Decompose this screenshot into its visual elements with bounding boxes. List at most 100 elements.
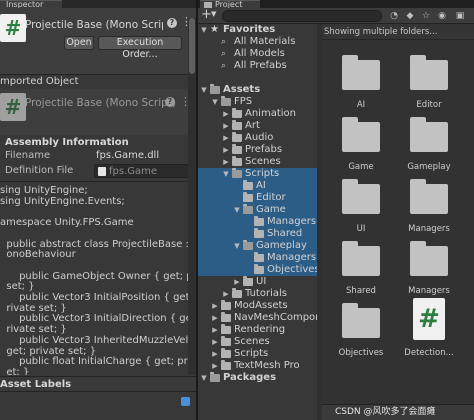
folder-icon xyxy=(342,303,380,338)
folder-icon xyxy=(210,372,220,382)
tree-item-all-prefabs[interactable]: ⌕ All Prefabs xyxy=(198,60,322,72)
asset-item-shared[interactable]: Shared xyxy=(326,241,396,316)
tree-item-scripts[interactable]: ▶ Scripts xyxy=(198,348,322,360)
chevron-right-icon[interactable]: ▶ xyxy=(211,336,219,348)
folder-icon xyxy=(232,144,242,154)
open-button[interactable]: Open xyxy=(64,36,94,50)
lock-icon[interactable]: ▣ xyxy=(454,10,466,22)
chevron-right-icon[interactable]: ▶ xyxy=(222,156,230,168)
tree-item-label: ModAssets xyxy=(234,300,288,311)
scrollbar-thumb[interactable] xyxy=(189,18,195,74)
search-icon: ⌕ xyxy=(221,61,227,71)
tree-item-scenes[interactable]: ▶ Scenes xyxy=(198,336,322,348)
tree-item-managers[interactable]: Managers xyxy=(198,252,322,264)
tree-item-audio[interactable]: ▶ Audio xyxy=(198,132,322,144)
tree-item-label: Scripts xyxy=(234,348,269,359)
tree-item-scenes[interactable]: ▶ Scenes xyxy=(198,156,322,168)
execution-order-button[interactable]: Execution Order... xyxy=(98,36,182,60)
imported-object-label: mported Object xyxy=(0,76,79,87)
tree-item-modassets[interactable]: ▶ ModAssets xyxy=(198,300,322,312)
chevron-right-icon[interactable]: ▶ xyxy=(222,288,230,300)
tree-item-label: Scenes xyxy=(234,336,270,347)
asset-item-detection-[interactable]: # Detection... xyxy=(394,298,464,378)
asset-label: Objectives xyxy=(338,348,384,358)
folder-icon xyxy=(243,192,253,202)
search-input[interactable] xyxy=(222,10,382,22)
chevron-down-icon[interactable]: ▼ xyxy=(200,84,208,96)
tree-item-label: Managers xyxy=(267,216,317,227)
tree-item-label: Gameplay xyxy=(256,240,307,251)
tree-item-all-models[interactable]: ⌕ All Models xyxy=(198,48,322,60)
asset-item-game[interactable]: Game xyxy=(326,117,396,192)
inspector-scrollbar[interactable] xyxy=(188,18,196,375)
tree-item-tutorials[interactable]: ▶ Tutorials xyxy=(198,288,322,300)
tree-item-label: Favorites xyxy=(223,24,276,35)
tree-item-fps[interactable]: ▼ FPS xyxy=(198,96,322,108)
tab-inspector[interactable]: Inspector xyxy=(0,0,62,8)
tree-item-label: Scripts xyxy=(245,168,280,179)
tree-item-prefabs[interactable]: ▶ Prefabs xyxy=(198,144,322,156)
asset-label: Editor xyxy=(416,100,442,110)
tree-item-textmesh-pro[interactable]: ▶ TextMesh Pro xyxy=(198,360,322,372)
tag-icon[interactable] xyxy=(181,397,190,406)
tree-item-label: Tutorials xyxy=(245,288,287,299)
tree-item-label: Art xyxy=(245,120,260,131)
code-line: amespace Unity.FPS.Game xyxy=(0,217,134,229)
hidden-packages-icon[interactable]: ◉ xyxy=(436,10,448,22)
help-icon[interactable]: ? xyxy=(167,18,177,28)
asset-item-objectives[interactable]: Objectives xyxy=(326,303,396,378)
chevron-right-icon[interactable]: ▶ xyxy=(211,300,219,312)
tree-item-ui[interactable]: ▶ UI xyxy=(198,276,322,288)
chevron-right-icon[interactable]: ▶ xyxy=(222,108,230,120)
chevron-down-icon[interactable]: ▼ xyxy=(211,10,216,18)
asset-item-managers[interactable]: Managers xyxy=(394,179,464,254)
tree-item-all-materials[interactable]: ⌕ All Materials xyxy=(198,36,322,48)
folder-tree: ▼ ★ Favorites ⌕ All Materials ⌕ All Models ⌕ All… xyxy=(198,24,322,420)
tree-item-assets[interactable]: ▼ Assets xyxy=(198,84,322,96)
search-by-label-icon[interactable]: ◆ xyxy=(404,10,416,22)
chevron-down-icon[interactable]: ▼ xyxy=(200,24,208,36)
chevron-right-icon[interactable]: ▶ xyxy=(211,324,219,336)
asset-item-gameplay[interactable]: Gameplay xyxy=(394,117,464,192)
tree-item-gameplay[interactable]: ▼ Gameplay xyxy=(198,240,322,252)
tree-item-packages[interactable]: ▼ Packages xyxy=(198,372,322,384)
chevron-right-icon[interactable]: ▶ xyxy=(222,144,230,156)
asset-labels-header[interactable]: Asset Labels xyxy=(0,376,196,392)
inspector-header: # Projectile Base (Mono Script) ? ⋮ Open… xyxy=(0,8,196,74)
favorite-star-icon[interactable]: ☆ xyxy=(420,10,432,22)
folder-icon xyxy=(243,204,253,214)
tree-item-favorites[interactable]: ▼ ★ Favorites xyxy=(198,24,322,36)
chevron-down-icon[interactable]: ▼ xyxy=(233,240,241,252)
tree-item-scripts[interactable]: ▼ Scripts xyxy=(198,168,322,180)
tree-item-animation[interactable]: ▶ Animation xyxy=(198,108,322,120)
asset-item-editor[interactable]: Editor xyxy=(394,55,464,130)
tree-item-managers[interactable]: Managers xyxy=(198,216,322,228)
tree-item-art[interactable]: ▶ Art xyxy=(198,120,322,132)
asset-item-ai[interactable]: AI xyxy=(326,55,396,130)
chevron-down-icon[interactable]: ▼ xyxy=(222,168,230,180)
code-line: et; } xyxy=(0,366,30,375)
tree-item-objectives[interactable]: Objectives xyxy=(198,264,322,276)
search-by-type-icon[interactable]: ◔ xyxy=(388,10,400,22)
definition-file-field[interactable]: fps.Game xyxy=(94,164,190,178)
tree-item-editor[interactable]: Editor xyxy=(198,192,322,204)
tree-item-rendering[interactable]: ▶ Rendering xyxy=(198,324,322,336)
asset-item-ui[interactable]: UI xyxy=(326,179,396,254)
tree-item-game[interactable]: ▼ Game xyxy=(198,204,322,216)
help-icon[interactable]: ? xyxy=(165,97,175,107)
tree-item-label: FPS xyxy=(234,96,253,107)
tree-item-label: AI xyxy=(256,180,266,191)
chevron-right-icon[interactable]: ▶ xyxy=(222,132,230,144)
chevron-right-icon[interactable]: ▶ xyxy=(211,312,219,324)
tree-item-label: All Prefabs xyxy=(234,60,287,71)
tree-item-navmeshcomponen[interactable]: ▶ NavMeshComponen xyxy=(198,312,322,324)
chevron-right-icon[interactable]: ▶ xyxy=(222,120,230,132)
chevron-down-icon[interactable]: ▼ xyxy=(233,204,241,216)
chevron-right-icon[interactable]: ▶ xyxy=(211,348,219,360)
tree-item-shared[interactable]: Shared xyxy=(198,228,322,240)
chevron-right-icon[interactable]: ▶ xyxy=(233,276,241,288)
tree-item-ai[interactable]: AI xyxy=(198,180,322,192)
chevron-down-icon[interactable]: ▼ xyxy=(200,372,208,384)
chevron-down-icon[interactable]: ▼ xyxy=(211,96,219,108)
chevron-right-icon[interactable]: ▶ xyxy=(211,360,219,372)
